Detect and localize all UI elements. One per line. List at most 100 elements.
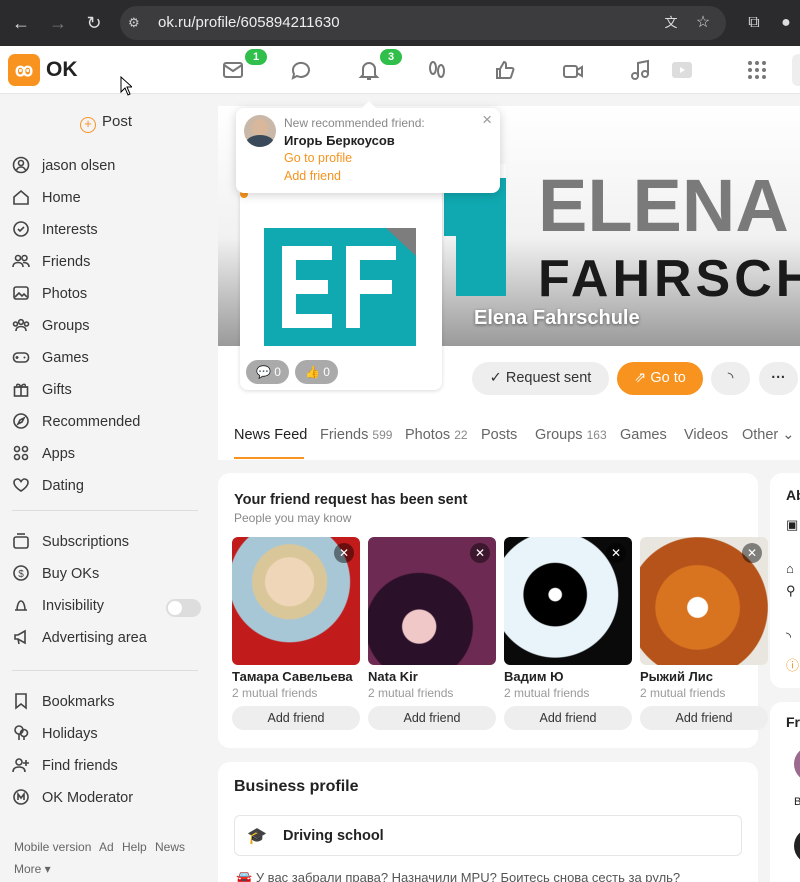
tab-posts[interactable]: Posts (481, 427, 517, 443)
suggestion-photo[interactable]: ✕ (232, 537, 360, 665)
interests-icon (12, 220, 30, 238)
address-bar[interactable]: ok.ru/profile/605894211630 (120, 6, 726, 40)
guests-footprints-icon[interactable] (425, 58, 449, 82)
sidebar-item-ok-moderator[interactable]: OK Moderator (12, 787, 133, 809)
suggestion-name[interactable]: Рыжий Лис (640, 669, 768, 684)
friends-title: Fr (786, 714, 800, 730)
music-note-icon[interactable] (629, 58, 653, 82)
translate-icon[interactable]: 文 (660, 12, 682, 34)
add-friend-button[interactable]: Add friend (232, 706, 360, 730)
friend-avatar[interactable] (794, 828, 800, 864)
apps-grid-icon[interactable] (745, 58, 769, 82)
sidebar-item-jason-olsen[interactable]: jason olsen (12, 155, 115, 177)
go-to-button[interactable]: ⇗ Go to (617, 362, 703, 395)
sidebar-item-recommended[interactable]: Recommended (12, 411, 140, 433)
invisibility-toggle[interactable] (166, 599, 201, 617)
sidebar-item-gifts[interactable]: Gifts (12, 379, 72, 401)
tab-photos[interactable]: Photos 22 (405, 427, 468, 443)
rss-subscribe-button[interactable]: ◝ (711, 362, 750, 395)
suggestion-name[interactable]: Nata Kir (368, 669, 496, 684)
sidebar-item-label: Find friends (42, 758, 118, 774)
sidebar-item-label: Groups (42, 318, 90, 334)
suggestion-mutual-friends: 2 mutual friends (504, 686, 590, 700)
suggestion-photo[interactable]: ✕ (368, 537, 496, 665)
news-link[interactable]: News (155, 840, 185, 854)
user-avatar-menu[interactable] (792, 54, 800, 86)
suggestion-name[interactable]: Тамара Савельева (232, 669, 360, 684)
notifications-bell-icon[interactable] (357, 58, 381, 82)
recommended-friend-avatar[interactable] (244, 115, 276, 147)
extensions-icon[interactable]: ⧉ (743, 12, 765, 34)
sidebar-item-find-friends[interactable]: Find friends (12, 755, 118, 777)
sidebar-item-apps[interactable]: Apps (12, 443, 75, 465)
profile-icon[interactable]: ● (775, 12, 797, 34)
dismiss-close-icon[interactable]: ✕ (606, 543, 626, 563)
messages-badge: 1 (245, 49, 267, 65)
tab-friends[interactable]: Friends 599 (320, 427, 392, 443)
graduation-cap-icon: 🎓 (247, 828, 267, 845)
sidebar-item-holidays[interactable]: Holidays (12, 723, 98, 745)
bookmark-star-icon[interactable]: ☆ (692, 12, 714, 34)
add-friend-button[interactable]: Add friend (368, 706, 496, 730)
add-friend-button[interactable]: Add friend (640, 706, 768, 730)
comments-counter[interactable]: 💬 0 (246, 360, 289, 384)
friends-icon (12, 252, 30, 270)
friend-avatar[interactable] (794, 746, 800, 782)
sidebar-item-games[interactable]: Games (12, 347, 89, 369)
more-link[interactable]: More ▾ (14, 862, 51, 876)
popup-add-friend-link[interactable]: Add friend (284, 169, 341, 183)
sidebar-item-interests[interactable]: Interests (12, 219, 98, 241)
tab-groups[interactable]: Groups 163 (535, 427, 607, 443)
forward-arrow-icon[interactable]: → (47, 12, 69, 34)
sidebar-item-invisibility[interactable]: Invisibility (12, 595, 104, 617)
dismiss-close-icon[interactable]: ✕ (470, 543, 490, 563)
help-link[interactable]: Help (122, 840, 147, 854)
sidebar-item-dating[interactable]: Dating (12, 475, 84, 497)
sidebar-item-photos[interactable]: Photos (12, 283, 87, 305)
sidebar-item-home[interactable]: Home (12, 187, 81, 209)
ad-link[interactable]: Ad (99, 840, 114, 854)
request-sent-button[interactable]: ✓ Request sent (472, 362, 609, 395)
tab-videos[interactable]: Videos (684, 427, 728, 443)
site-settings-icon[interactable]: ⚙ (128, 15, 144, 31)
sidebar-item-bookmarks[interactable]: Bookmarks (12, 691, 115, 713)
notifications-badge: 3 (380, 49, 402, 65)
external-link-icon: ⇗ (634, 370, 647, 386)
tab-news-feed[interactable]: News Feed (234, 427, 307, 443)
video-camera-icon[interactable] (561, 58, 585, 82)
add-friend-button[interactable]: Add friend (504, 706, 632, 730)
business-title: Business profile (234, 778, 359, 795)
go-to-profile-link[interactable]: Go to profile (284, 151, 352, 165)
dismiss-close-icon[interactable]: ✕ (334, 543, 354, 563)
messages-icon[interactable] (221, 58, 245, 82)
mobile-version-link[interactable]: Mobile version (14, 840, 91, 854)
business-category-box[interactable]: 🎓 Driving school (234, 815, 742, 856)
more-options-button[interactable]: ··· (759, 362, 798, 395)
likes-thumb-icon[interactable] (493, 58, 517, 82)
logo-text[interactable]: OK (46, 58, 78, 82)
friend-name[interactable]: B (794, 796, 800, 808)
popup-friend-name[interactable]: Игорь Беркоусов (284, 133, 395, 148)
sidebar-item-buy-oks[interactable]: $ Buy OKs (12, 563, 99, 585)
suggestion-photo[interactable]: ✕ (504, 537, 632, 665)
suggestion-photo[interactable]: ✕ (640, 537, 768, 665)
sidebar-item-groups[interactable]: Groups (12, 315, 90, 337)
tab-other[interactable]: Other ⌄ (742, 427, 794, 443)
close-icon[interactable]: × (482, 110, 492, 130)
likes-counter[interactable]: 👍 0 (295, 360, 338, 384)
sidebar-item-friends[interactable]: Friends (12, 251, 90, 273)
play-video-icon[interactable] (670, 58, 694, 82)
post-button[interactable]: + Post (80, 113, 132, 133)
sidebar-item-subscriptions[interactable]: Subscriptions (12, 531, 129, 553)
discussions-icon[interactable] (289, 58, 313, 82)
tab-label: Games (620, 427, 667, 443)
check-icon: ✓ (489, 370, 502, 386)
dismiss-close-icon[interactable]: ✕ (742, 543, 762, 563)
suggestion-name[interactable]: Вадим Ю (504, 669, 632, 684)
back-arrow-icon[interactable]: ← (10, 12, 32, 34)
tab-games[interactable]: Games (620, 427, 667, 443)
reload-icon[interactable]: ↻ (83, 12, 105, 34)
sidebar-item-advertising-area[interactable]: Advertising area (12, 627, 147, 649)
ok-logo-icon[interactable]: ꙭ (8, 54, 40, 86)
megaphone-icon (12, 628, 30, 646)
